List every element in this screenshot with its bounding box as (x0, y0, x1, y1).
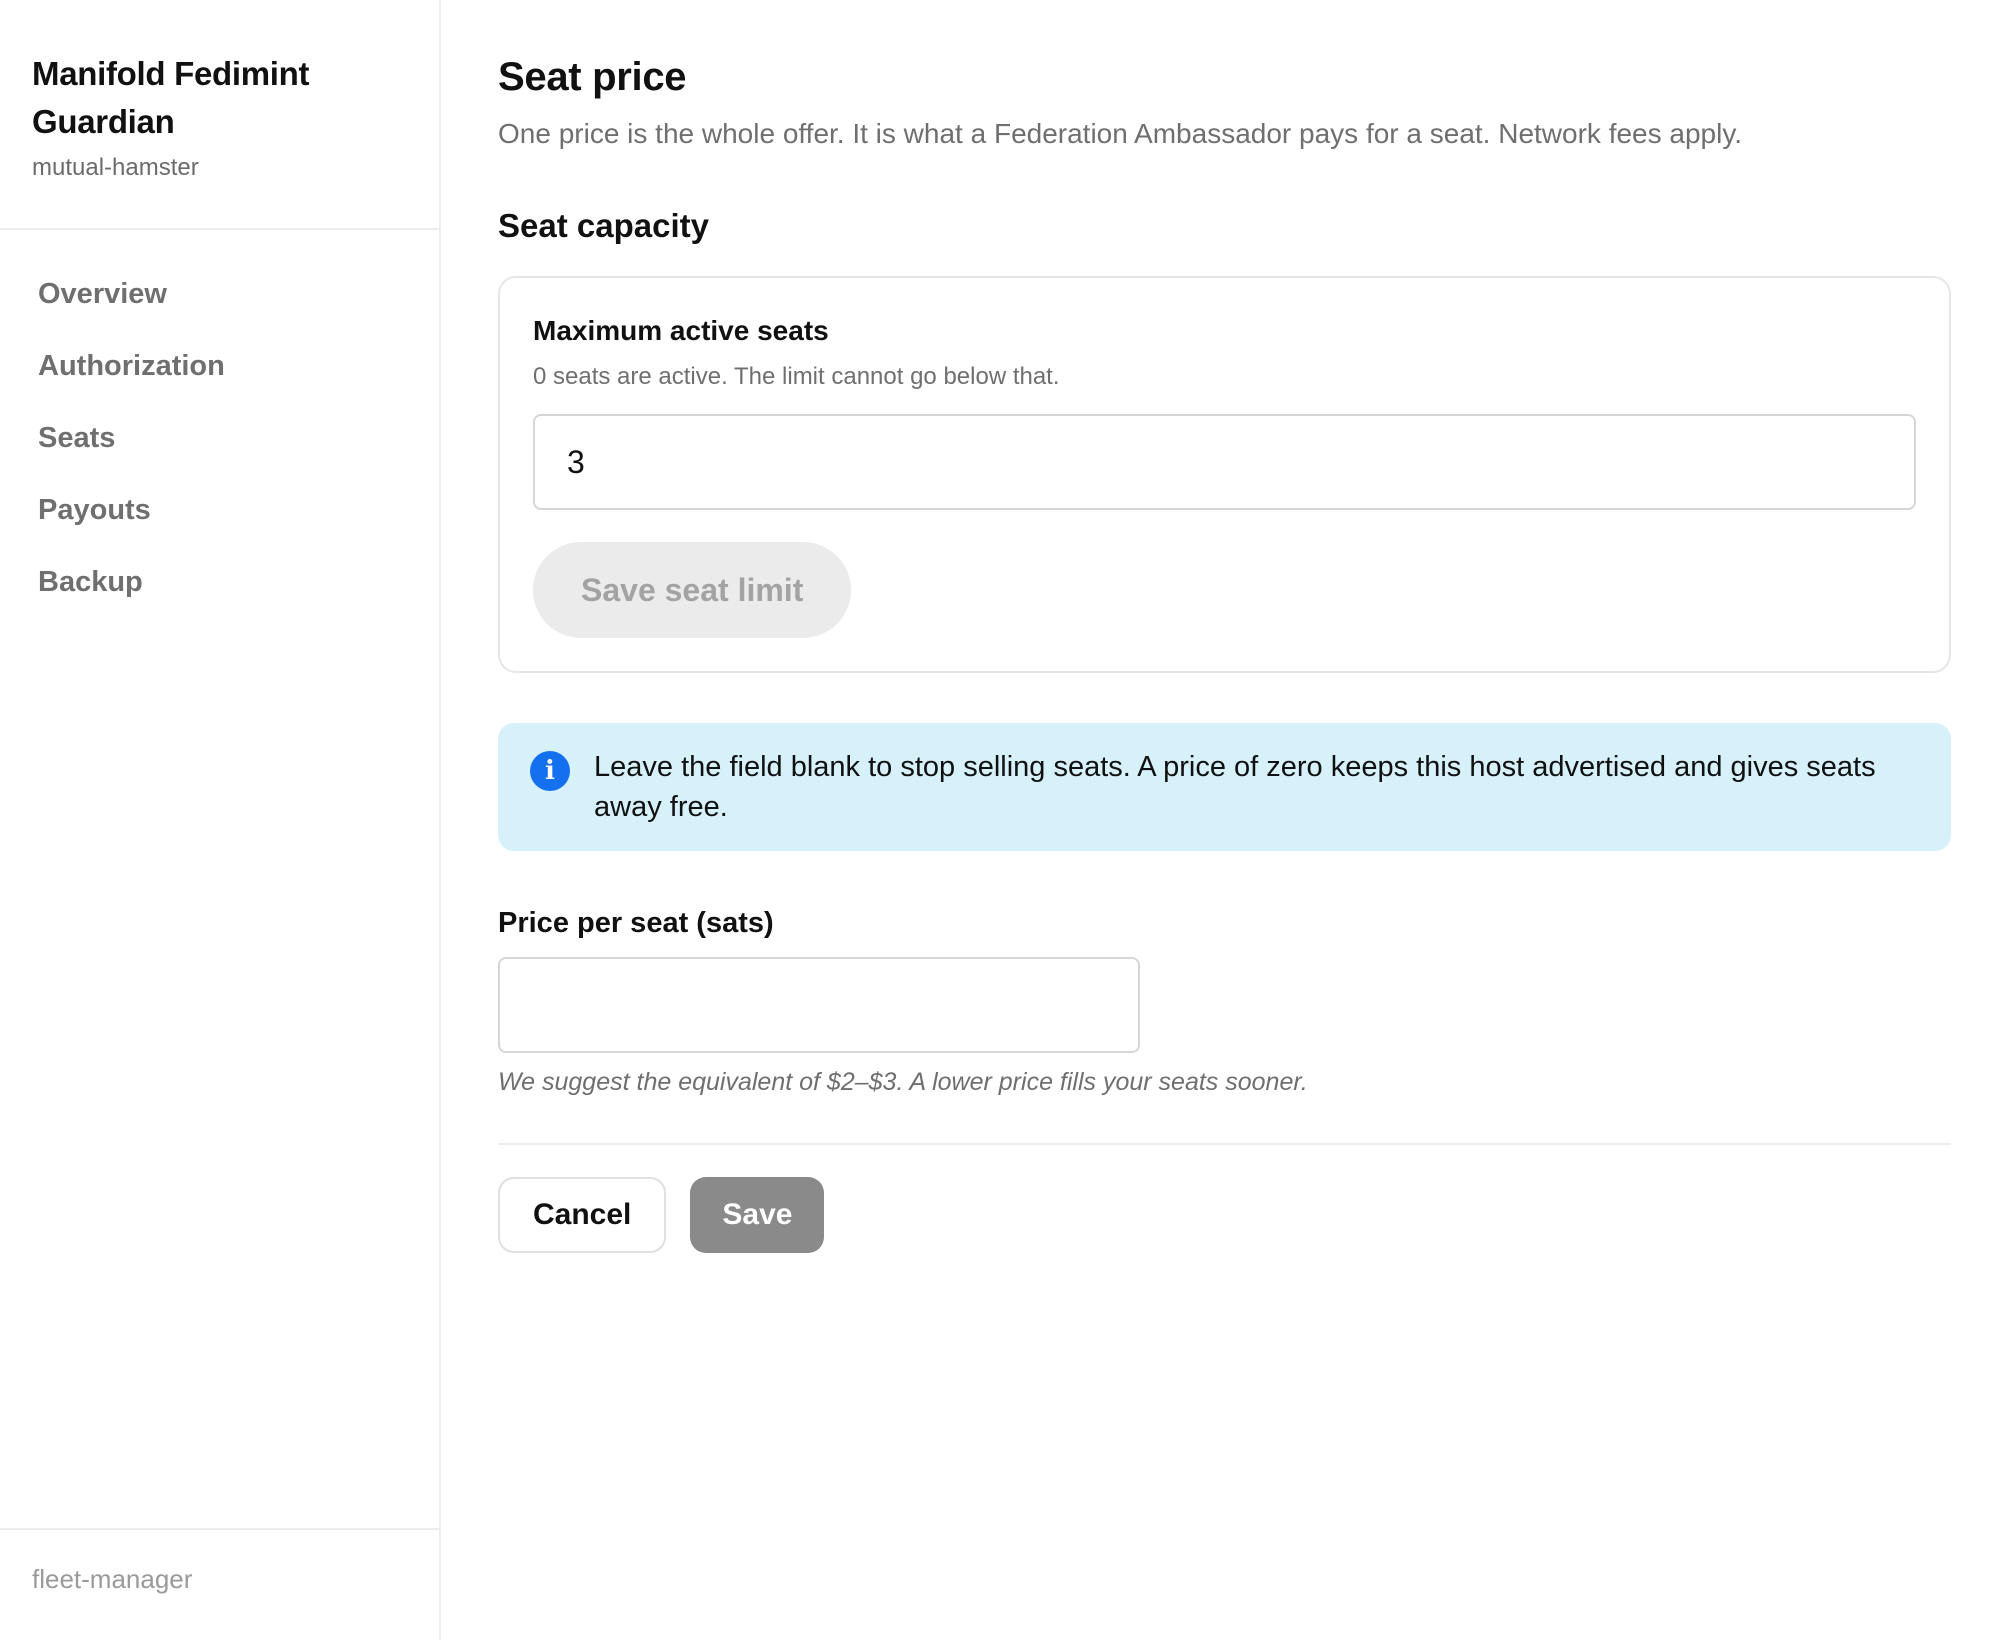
sidebar-item-seats[interactable]: Seats (0, 402, 439, 474)
page-title: Seat price (498, 55, 687, 99)
seat-capacity-heading: Seat capacity (498, 207, 709, 244)
app-title: Manifold Fedimint Guardian (32, 55, 310, 140)
price-label: Price per seat (sats) (498, 907, 774, 939)
sidebar-item-authorization[interactable]: Authorization (0, 330, 439, 402)
page-description: One price is the whole offer. It is what… (498, 118, 1743, 149)
app-root: Manifold Fedimint Guardian mutual-hamste… (0, 0, 2000, 1640)
max-seats-input[interactable] (533, 414, 1916, 510)
save-seat-limit-button[interactable]: Save seat limit (533, 542, 852, 638)
info-icon: i (530, 751, 570, 791)
sidebar: Manifold Fedimint Guardian mutual-hamste… (0, 0, 441, 1640)
divider (498, 1143, 1951, 1145)
info-callout: i Leave the field blank to stop selling … (498, 723, 1951, 851)
sidebar-item-backup[interactable]: Backup (0, 546, 439, 618)
cancel-button[interactable]: Cancel (498, 1177, 667, 1253)
sidebar-footer: fleet-manager (0, 1528, 439, 1640)
sidebar-header: Manifold Fedimint Guardian mutual-hamste… (0, 0, 439, 230)
app-subtitle: mutual-hamster (32, 154, 199, 181)
max-seats-label: Maximum active seats (533, 315, 829, 346)
max-seats-help: 0 seats are active. The limit cannot go … (533, 363, 1060, 390)
price-hint: We suggest the equivalent of $2–$3. A lo… (498, 1068, 1308, 1096)
info-text: Leave the field blank to stop selling se… (594, 751, 1876, 823)
form-actions: Cancel Save (498, 1177, 1970, 1253)
save-button[interactable]: Save (690, 1177, 825, 1253)
price-input[interactable] (498, 957, 1140, 1053)
sidebar-item-payouts[interactable]: Payouts (0, 474, 439, 546)
sidebar-nav: Overview Authorization Seats Payouts Bac… (0, 230, 439, 618)
main-content: Seat price One price is the whole offer.… (441, 0, 2000, 1640)
seat-capacity-card: Maximum active seats 0 seats are active.… (498, 276, 1951, 673)
sidebar-item-overview[interactable]: Overview (0, 258, 439, 330)
